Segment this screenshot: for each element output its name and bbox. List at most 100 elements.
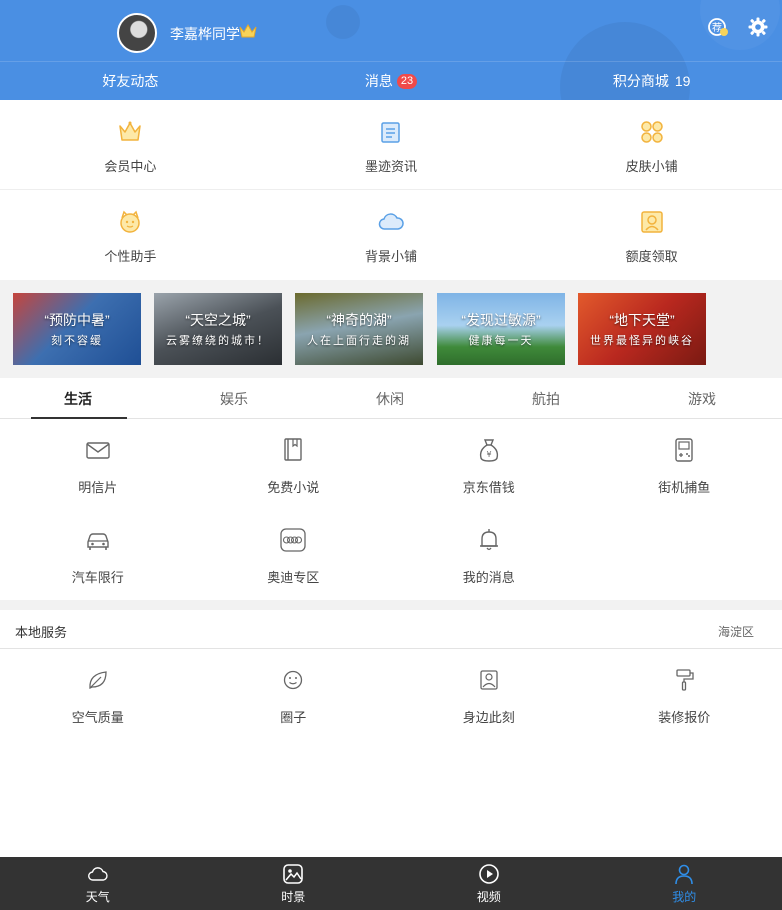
app-grid: 明信片 免费小说 ¥ 京东借钱 街机捕鱼 汽车限行 奥迪专区 我的消息 — [0, 420, 782, 600]
item-label: 装修报价 — [658, 710, 711, 725]
photo-pin-icon — [480, 670, 498, 690]
item-label: 个性助手 — [104, 249, 157, 264]
tab-label: 消息 — [364, 73, 393, 89]
banner-subtitle: 健康每一天 — [468, 335, 534, 347]
leaf-icon — [89, 671, 107, 690]
item-label: 会员中心 — [104, 159, 157, 174]
paint-roller-icon — [676, 669, 694, 691]
header-tabs: 好友动态 消息 23 积分商城 19 — [0, 62, 782, 100]
picture-icon — [283, 864, 304, 884]
nav-mine[interactable]: 我的 — [587, 857, 782, 910]
app-label: 我的消息 — [462, 570, 515, 585]
credit-icon — [640, 211, 663, 233]
points-count: 19 — [674, 73, 691, 89]
banner-allergen[interactable]: “发现过敏源” 健康每一天 — [437, 293, 565, 365]
category-tabs: 生活 娱乐 休闲 航拍 游戏 — [0, 380, 782, 419]
banner-magic-lake[interactable]: “神奇的湖” 人在上面行走的湖 — [295, 293, 423, 365]
item-label: 墨迹资讯 — [365, 159, 418, 174]
nearby-now-item[interactable]: 身边此刻 — [391, 650, 587, 740]
nav-video[interactable]: 视频 — [391, 857, 587, 910]
item-label: 皮肤小铺 — [625, 159, 678, 174]
unread-badge: 23 — [396, 73, 418, 89]
circle-item[interactable]: 圈子 — [196, 650, 392, 740]
profile-header: 李嘉桦同学 荐 好友动态 消息 23 积分商城 19 — [0, 0, 782, 100]
news-item[interactable]: 墨迹资讯 — [261, 100, 522, 189]
section-title: 本地服务 — [15, 625, 68, 640]
skin-shop-item[interactable]: 皮肤小铺 — [521, 100, 782, 189]
banner-title: “神奇的湖” — [326, 312, 392, 328]
audi-zone-app[interactable]: 奥迪专区 — [196, 510, 392, 600]
item-label: 额度领取 — [625, 249, 678, 264]
bottom-navigation: 天气 时景 视频 我的 — [0, 857, 782, 910]
item-label: 圈子 — [280, 710, 307, 725]
tab-label: 好友动态 — [102, 73, 159, 89]
nav-scenery[interactable]: 时景 — [196, 857, 392, 910]
car-icon — [87, 533, 109, 550]
audi-icon — [280, 528, 306, 552]
free-novel-app[interactable]: 免费小说 — [196, 420, 392, 510]
tab-entertainment[interactable]: 娱乐 — [156, 380, 312, 418]
tab-aerial[interactable]: 航拍 — [468, 380, 624, 418]
banner-title: “地下天堂” — [609, 312, 675, 328]
book-icon — [284, 438, 302, 461]
banner-title: “预防中暑” — [44, 312, 110, 328]
background-shop-item[interactable]: 背景小铺 — [261, 190, 522, 280]
username[interactable]: 李嘉桦同学 — [170, 24, 240, 44]
envelope-icon — [86, 442, 110, 459]
skin-icon — [640, 121, 663, 143]
nav-label: 视频 — [476, 890, 501, 904]
renovation-quote-item[interactable]: 装修报价 — [587, 650, 782, 740]
app-label: 奥迪专区 — [267, 570, 320, 585]
nav-weather[interactable]: 天气 — [0, 857, 196, 910]
jd-loan-app[interactable]: ¥ 京东借钱 — [391, 420, 587, 510]
banner-title: “天空之城” — [185, 312, 251, 328]
section-gap — [0, 600, 782, 610]
banner-subtitle: 云雾缭绕的城市！ — [166, 335, 270, 347]
app-label: 明信片 — [78, 480, 118, 495]
crown-icon — [119, 121, 142, 141]
app-label: 汽车限行 — [71, 570, 124, 585]
personal-assistant-item[interactable]: 个性助手 — [0, 190, 261, 280]
feature-grid: 会员中心 墨迹资讯 皮肤小铺 个性助手 背景小铺 额度领取 — [0, 100, 782, 280]
smiley-icon — [284, 670, 303, 690]
play-icon — [478, 864, 499, 884]
item-label: 空气质量 — [71, 710, 124, 725]
banner-carousel: “预防中暑” 刻不容缓 “天空之城” 云雾缭绕的城市！ “神奇的湖” 人在上面行… — [0, 280, 782, 378]
svg-text:¥: ¥ — [486, 450, 491, 459]
vip-crown-icon — [239, 24, 257, 38]
tab-messages[interactable]: 消息 23 — [261, 62, 522, 100]
banner-title: “发现过敏源” — [461, 312, 541, 328]
banner-subtitle: 刻不容缓 — [51, 335, 103, 347]
avatar[interactable] — [117, 13, 157, 53]
tab-games[interactable]: 游戏 — [624, 380, 780, 418]
cloud-icon — [87, 867, 108, 881]
skin-switch-icon[interactable]: 荐 — [707, 16, 729, 38]
item-label: 身边此刻 — [462, 710, 515, 725]
district-selector[interactable]: 海淀区 — [718, 623, 754, 640]
user-icon — [675, 864, 694, 885]
tab-friend-feed[interactable]: 好友动态 — [0, 62, 261, 100]
postcard-app[interactable]: 明信片 — [0, 420, 196, 510]
tab-leisure[interactable]: 休闲 — [312, 380, 468, 418]
tab-points-mall[interactable]: 积分商城 19 — [521, 62, 782, 100]
nav-label: 时景 — [281, 890, 306, 904]
car-restriction-app[interactable]: 汽车限行 — [0, 510, 196, 600]
app-label: 京东借钱 — [462, 480, 515, 495]
air-quality-item[interactable]: 空气质量 — [0, 650, 196, 740]
nav-label: 我的 — [672, 890, 697, 904]
assistant-icon — [120, 210, 141, 233]
credit-claim-item[interactable]: 额度领取 — [521, 190, 782, 280]
nav-label: 天气 — [85, 890, 110, 904]
settings-gear-icon[interactable] — [747, 16, 769, 38]
header-decoration — [326, 5, 360, 39]
banner-underground-heaven[interactable]: “地下天堂” 世界最怪异的峡谷 — [578, 293, 706, 365]
tab-life[interactable]: 生活 — [0, 380, 156, 419]
banner-sky-city[interactable]: “天空之城” 云雾缭绕的城市！ — [154, 293, 282, 365]
local-services-header: 本地服务 海淀区 — [0, 610, 782, 649]
game-console-icon — [675, 438, 693, 462]
banner-heatstroke[interactable]: “预防中暑” 刻不容缓 — [13, 293, 141, 365]
arcade-fishing-app[interactable]: 街机捕鱼 — [587, 420, 782, 510]
my-messages-app[interactable]: 我的消息 — [391, 510, 587, 600]
banner-subtitle: 人在上面行走的湖 — [307, 335, 411, 347]
member-center-item[interactable]: 会员中心 — [0, 100, 261, 189]
